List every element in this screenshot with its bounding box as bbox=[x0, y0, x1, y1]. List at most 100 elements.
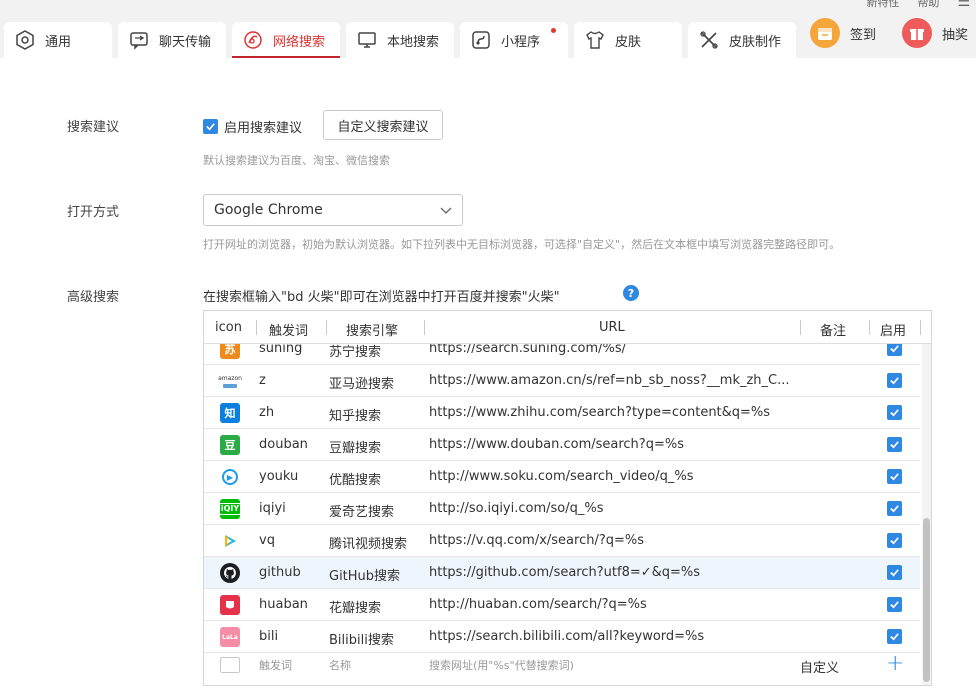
help-link[interactable]: 帮助 bbox=[917, 0, 939, 10]
enabled-checkbox[interactable] bbox=[887, 533, 902, 548]
checkin-label: 签到 bbox=[850, 27, 877, 43]
col-url: URL bbox=[599, 320, 625, 335]
engine-name-cell[interactable]: Bilibili搜索 bbox=[329, 629, 394, 648]
scrollbar-thumb[interactable] bbox=[923, 518, 930, 682]
douban-icon: 豆 bbox=[220, 435, 240, 455]
enabled-checkbox[interactable] bbox=[887, 629, 902, 644]
advanced-search-desc: 在搜索框输入"bd 火柴"即可在浏览器中打开百度并搜索"火柴" bbox=[203, 290, 560, 305]
custom-suggest-button[interactable]: 自定义搜索建议 bbox=[323, 110, 443, 140]
url-cell[interactable]: http://so.iqiyi.com/so/q_%s bbox=[429, 501, 604, 516]
engine-name-cell[interactable]: 爱奇艺搜索 bbox=[329, 501, 394, 520]
tab-web-search[interactable]: 网络搜索 bbox=[232, 22, 340, 58]
enable-suggest-checkbox[interactable]: 启用搜索建议 bbox=[203, 117, 302, 136]
browser-select[interactable]: Google Chrome bbox=[203, 194, 463, 226]
tab-label: 皮肤制作 bbox=[729, 34, 782, 50]
tab-general[interactable]: 通用 bbox=[4, 22, 112, 58]
table-row[interactable]: huaban 花瓣搜索 http://huaban.com/search/?q=%s bbox=[204, 589, 920, 621]
checkin-button[interactable]: 签到 bbox=[810, 18, 876, 48]
tab-mini-app[interactable]: 小程序 bbox=[460, 22, 568, 58]
trigger-cell[interactable]: vq bbox=[259, 533, 275, 548]
trigger-cell[interactable]: douban bbox=[259, 437, 308, 452]
trigger-cell[interactable]: youku bbox=[259, 469, 298, 484]
new-features-link[interactable]: 新特性 bbox=[866, 0, 899, 10]
trigger-input[interactable]: 触发词 bbox=[259, 657, 292, 673]
url-cell[interactable]: https://www.amazon.cn/s/ref=nb_sb_noss?_… bbox=[429, 373, 790, 388]
hexagon-icon bbox=[14, 29, 36, 51]
checkbox-checked-icon bbox=[203, 119, 218, 134]
trigger-cell[interactable]: github bbox=[259, 565, 301, 580]
custom-browser-label[interactable]: 自定义 bbox=[800, 657, 839, 676]
tab-skin-make[interactable]: 皮肤制作 bbox=[688, 22, 796, 58]
engine-name-cell[interactable]: GitHub搜索 bbox=[329, 565, 400, 584]
engine-name-cell[interactable]: 豆瓣搜索 bbox=[329, 437, 381, 456]
tshirt-icon bbox=[584, 29, 606, 51]
placeholder-icon bbox=[220, 657, 240, 673]
menu-icon[interactable]: ☰ bbox=[957, 0, 970, 10]
url-cell[interactable]: https://search.bilibili.com/all?keyword=… bbox=[429, 629, 704, 644]
enabled-checkbox[interactable] bbox=[887, 373, 902, 388]
open-mode-hint: 打开网址的浏览器，初始为默认浏览器。如下拉列表中无目标浏览器，可选择"自定义"，… bbox=[203, 238, 841, 251]
table-row[interactable]: ▶ youku 优酷搜索 http://www.soku.com/search_vid… bbox=[204, 461, 920, 493]
engine-name-cell[interactable]: 知乎搜索 bbox=[329, 405, 381, 424]
tab-label: 聊天传输 bbox=[159, 34, 212, 50]
trigger-cell[interactable]: z bbox=[259, 373, 266, 388]
col-note: 备注 bbox=[820, 324, 847, 339]
help-icon[interactable]: ? bbox=[623, 285, 639, 301]
table-row[interactable]: amazon z 亚马逊搜索 https://www.amazon.cn/s/ref=… bbox=[204, 365, 920, 397]
table-row[interactable]: 豆 douban 豆瓣搜索 https://www.douban.com/search… bbox=[204, 429, 920, 461]
url-cell[interactable]: http://www.soku.com/search_video/q_%s bbox=[429, 469, 693, 484]
enabled-checkbox[interactable] bbox=[887, 565, 902, 580]
table-row[interactable]: 知 zh 知乎搜索 https://www.zhihu.com/search?type… bbox=[204, 397, 920, 429]
tab-skin[interactable]: 皮肤 bbox=[574, 22, 682, 58]
gift-icon bbox=[902, 18, 932, 48]
add-engine-button[interactable]: + bbox=[886, 651, 904, 676]
col-trigger: 触发词 bbox=[269, 324, 309, 339]
youku-icon: ▶ bbox=[222, 469, 238, 485]
trigger-cell[interactable]: zh bbox=[259, 405, 274, 420]
table-row[interactable]: vq 腾讯视频搜索 https://v.qq.com/x/search/?q=%s bbox=[204, 525, 920, 557]
chat-transfer-icon bbox=[128, 29, 150, 51]
zhihu-icon: 知 bbox=[220, 403, 240, 423]
enabled-checkbox[interactable] bbox=[887, 469, 902, 484]
col-divider bbox=[424, 320, 425, 335]
lottery-label: 抽奖 bbox=[942, 27, 969, 43]
enabled-checkbox[interactable] bbox=[887, 405, 902, 420]
trigger-cell[interactable]: bili bbox=[259, 629, 278, 644]
url-cell[interactable]: https://www.douban.com/search?q=%s bbox=[429, 437, 684, 452]
col-engine: 搜索引擎 bbox=[346, 324, 399, 339]
engine-name-cell[interactable]: 腾讯视频搜索 bbox=[329, 533, 407, 552]
name-input[interactable]: 名称 bbox=[329, 657, 351, 673]
iqiyi-icon: iQIY bbox=[218, 499, 242, 519]
tab-bar-area: 新特性 帮助 ☰ 通用 聊天传输 网络搜索 本地搜索 小程序 皮肤 皮肤制作 签… bbox=[0, 0, 976, 58]
tencent-video-icon bbox=[220, 531, 240, 551]
url-cell[interactable]: https://v.qq.com/x/search/?q=%s bbox=[429, 533, 644, 548]
tab-local-search[interactable]: 本地搜索 bbox=[346, 22, 454, 58]
notification-dot bbox=[551, 28, 556, 33]
lottery-button[interactable]: 抽奖 bbox=[902, 18, 968, 48]
table-scrollbar[interactable] bbox=[922, 344, 931, 685]
search-suggest-label: 搜索建议 bbox=[67, 120, 120, 135]
trigger-cell[interactable]: iqiyi bbox=[259, 501, 286, 516]
table-row[interactable]: github GitHub搜索 https://github.com/search?… bbox=[204, 557, 920, 589]
col-divider bbox=[920, 320, 921, 335]
tab-label: 小程序 bbox=[501, 34, 541, 50]
enabled-checkbox[interactable] bbox=[887, 501, 902, 516]
tab-chat-transfer[interactable]: 聊天传输 bbox=[118, 22, 226, 58]
engine-name-cell[interactable]: 花瓣搜索 bbox=[329, 597, 381, 616]
url-cell[interactable]: http://huaban.com/search/?q=%s bbox=[429, 597, 647, 612]
url-input[interactable]: 搜索网址(用"%s"代替搜索词) bbox=[429, 657, 574, 673]
table-row[interactable]: iQIY iqiyi 爱奇艺搜索 http://so.iqiyi.com/so/q_%… bbox=[204, 493, 920, 525]
url-cell[interactable]: https://github.com/search?utf8=✓&q=%s bbox=[429, 565, 700, 580]
tab-label: 通用 bbox=[45, 34, 72, 50]
calendar-icon bbox=[810, 18, 840, 48]
engine-name-cell[interactable]: 优酷搜索 bbox=[329, 469, 381, 488]
enabled-checkbox[interactable] bbox=[887, 597, 902, 612]
col-divider bbox=[256, 320, 257, 335]
mini-app-icon bbox=[470, 29, 492, 51]
engine-name-cell[interactable]: 亚马逊搜索 bbox=[329, 373, 394, 392]
settings-tabs: 通用 聊天传输 网络搜索 本地搜索 小程序 皮肤 皮肤制作 bbox=[4, 22, 796, 58]
huaban-icon bbox=[220, 595, 240, 615]
trigger-cell[interactable]: huaban bbox=[259, 597, 308, 612]
url-cell[interactable]: https://www.zhihu.com/search?type=conten… bbox=[429, 405, 770, 420]
enabled-checkbox[interactable] bbox=[887, 437, 902, 452]
